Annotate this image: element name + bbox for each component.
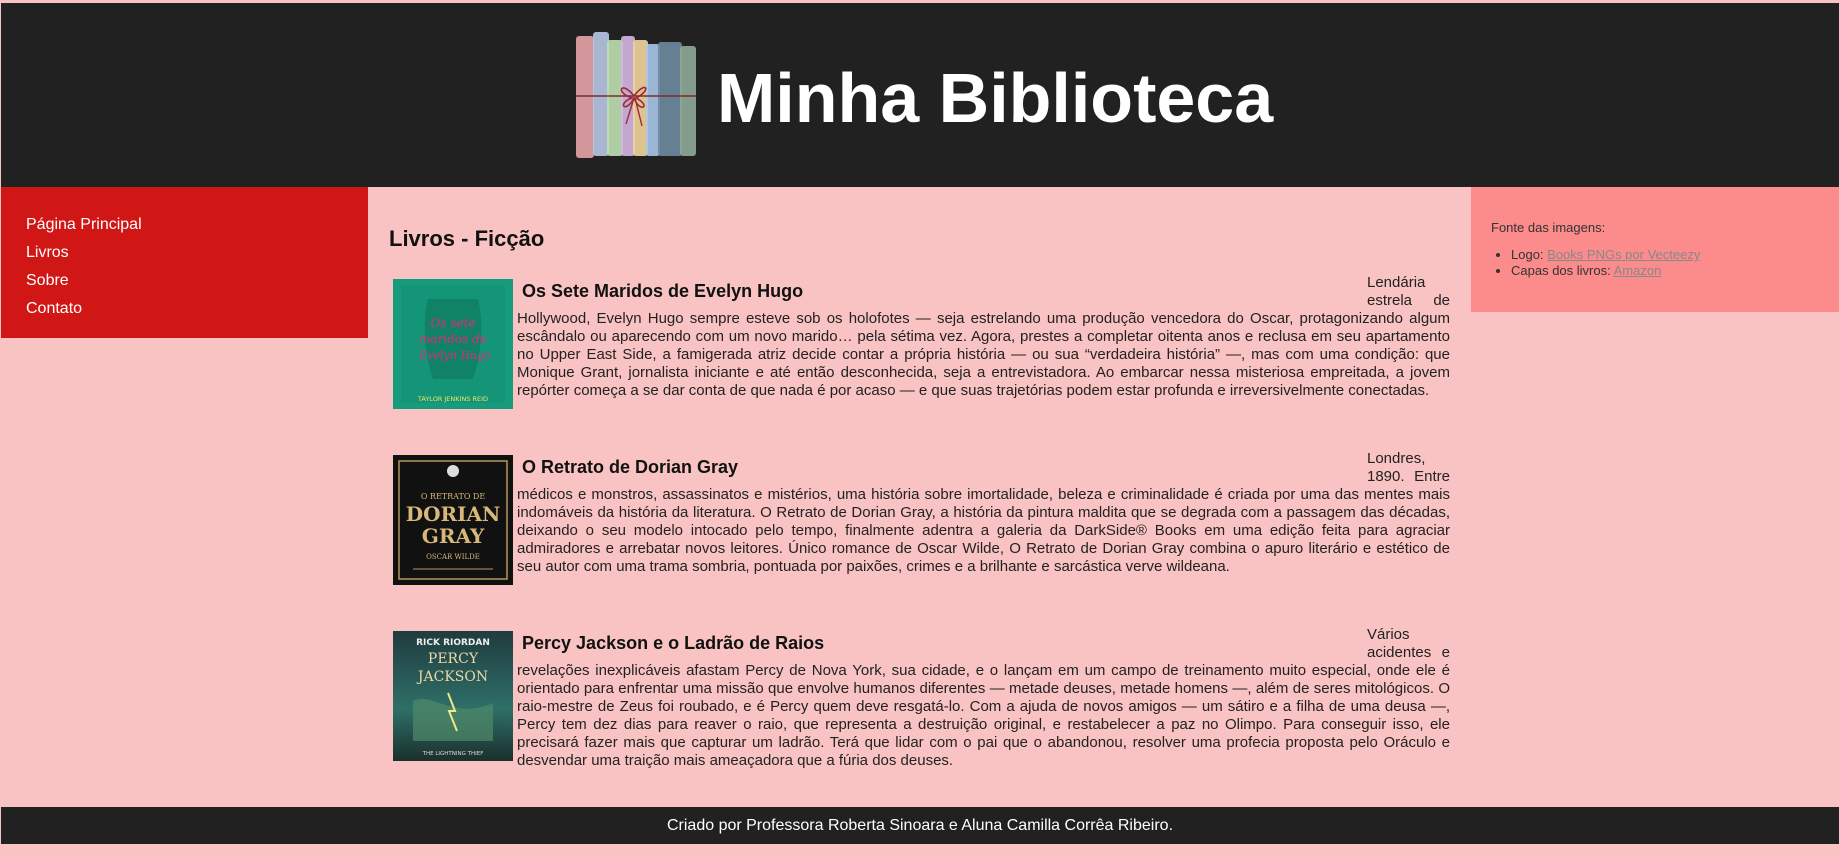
book-cover-image: Os sete maridos de Evelyn Hugo TAYLOR JE… [393,279,513,409]
book-description: Lendária estrela de Hollywood, Evelyn Hu… [517,274,1450,400]
book-item: RICK RIORDAN PERCY JACKSON THE LIGHTNING… [393,626,1451,781]
cover-author: TAYLOR JENKINS REID [417,395,488,403]
cover-line3: Evelyn Hugo [418,349,491,362]
books-logo-icon [576,32,696,158]
book-item: O RETRATO DE DORIAN GRAY OSCAR WILDE O R… [393,450,1451,605]
book-description: Londres, 1890. Entre médicos e monstros,… [517,450,1450,576]
nav-item-livros[interactable]: Livros [26,239,368,267]
image-sources-panel: Fonte das imagens: Logo: Books PNGs por … [1471,187,1839,312]
vecteezy-link[interactable]: Books PNGs por Vecteezy [1547,247,1700,262]
cover-line1: Os sete [431,316,476,330]
cover-line3: GRAY [422,524,485,548]
cover-line1: O RETRATO DE [421,492,486,501]
book-cover-image: RICK RIORDAN PERCY JACKSON THE LIGHTNING… [393,631,513,761]
cover-line3: JACKSON [416,669,488,685]
page-top-border [0,0,1840,2]
source-label: Logo: [1511,247,1548,262]
nav-item-contato[interactable]: Contato [26,295,368,323]
source-item-covers: Capas dos livros: Amazon [1511,263,1700,279]
cover-line2: maridos de [419,332,487,346]
nav-item-pagina-principal[interactable]: Página Principal [26,211,368,239]
source-item-logo: Logo: Books PNGs por Vecteezy [1511,247,1700,263]
site-footer: Criado por Professora Roberta Sinoara e … [1,807,1839,844]
page-title: Livros - Ficção [389,226,545,251]
cover-author: THE LIGHTNING THIEF [422,751,484,757]
site-header: Minha Biblioteca [1,3,1839,187]
main-content: Livros - Ficção Os sete maridos de Evely… [389,187,1451,807]
cover-author: OSCAR WILDE [426,553,480,561]
site-title: Minha Biblioteca [717,59,1274,137]
book-description: Vários acidentes e revelações inexplicáv… [517,626,1450,770]
source-label: Capas dos livros: [1511,263,1614,278]
nav-item-sobre[interactable]: Sobre [26,267,368,295]
book-item: Os sete maridos de Evelyn Hugo TAYLOR JE… [393,274,1451,429]
cover-line2: PERCY [428,651,479,667]
image-sources-list: Logo: Books PNGs por Vecteezy Capas dos … [1491,247,1700,279]
sidebar-nav: Página Principal Livros Sobre Contato [1,187,368,338]
amazon-link[interactable]: Amazon [1614,263,1662,278]
cover-line1: RICK RIORDAN [416,638,490,648]
book-cover-image: O RETRATO DE DORIAN GRAY OSCAR WILDE [393,455,513,585]
cover-line2: DORIAN [406,502,501,526]
image-sources-title: Fonte das imagens: [1491,220,1606,235]
